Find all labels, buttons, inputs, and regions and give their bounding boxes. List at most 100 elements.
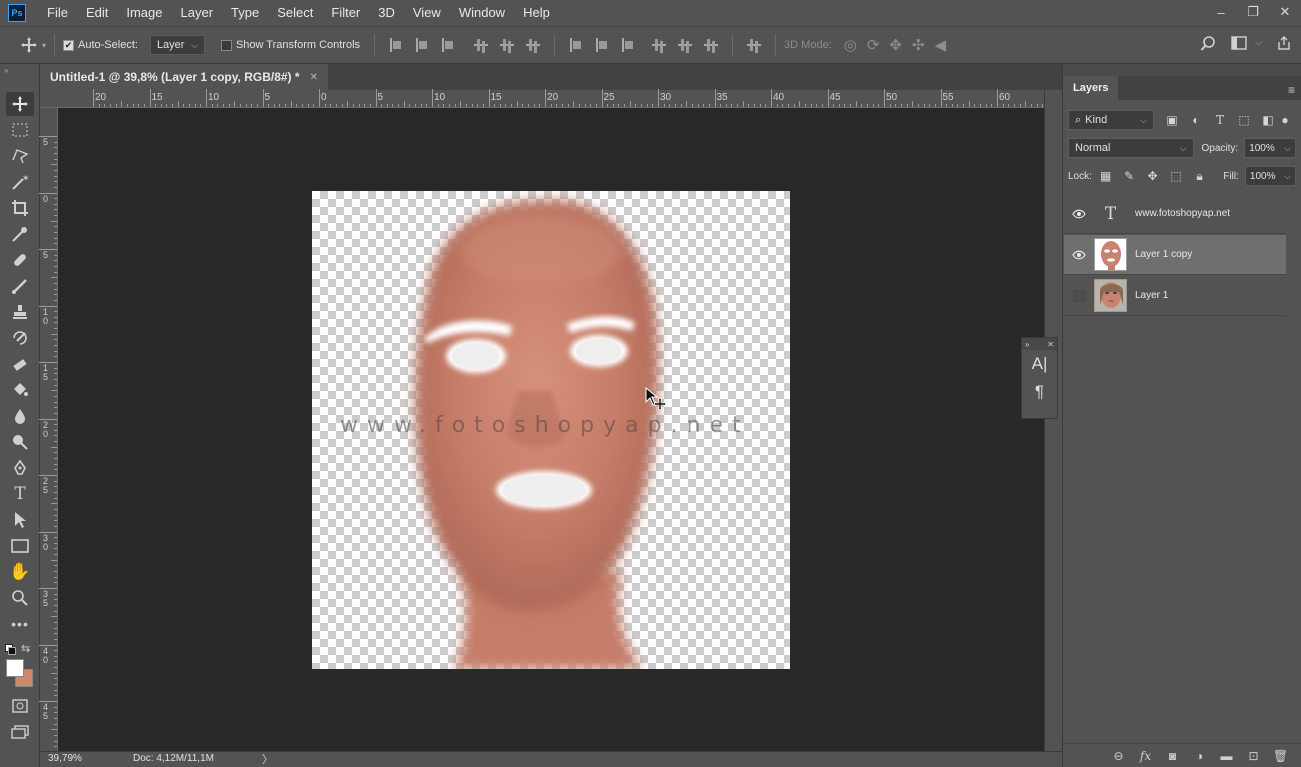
share-icon[interactable] xyxy=(1276,35,1292,51)
auto-select-checkbox[interactable]: ✔ xyxy=(63,39,75,51)
distribute-horizontal-center-icon[interactable] xyxy=(678,38,693,52)
distribute-right-icon[interactable] xyxy=(704,38,719,52)
distribute-bottom-icon[interactable] xyxy=(622,38,634,52)
restore-button[interactable]: ❐ xyxy=(1237,0,1269,24)
brush-tool-icon[interactable] xyxy=(6,274,34,298)
zoom-level[interactable]: 39,79% xyxy=(48,753,82,764)
document-canvas[interactable]: www.fotoshopyap.net xyxy=(312,191,790,669)
layer-row-text[interactable]: T www.fotoshopyap.net xyxy=(1064,194,1286,234)
screen-mode-icon[interactable] xyxy=(6,720,34,744)
filter-pixel-layer-icon[interactable]: ▣ xyxy=(1160,113,1184,127)
chevron-down-icon[interactable]: ⌵ xyxy=(1255,37,1262,48)
menu-help[interactable]: Help xyxy=(514,0,559,26)
delete-layer-trash-icon[interactable]: 🗑︎ xyxy=(1267,749,1294,763)
align-horizontal-center-icon[interactable] xyxy=(500,38,515,52)
menu-edit[interactable]: Edit xyxy=(77,0,117,26)
paragraph-panel-button[interactable]: ¶ xyxy=(1022,378,1057,406)
3d-pan-icon[interactable]: ✥ xyxy=(889,36,902,54)
panel-collapse-icon[interactable]: » xyxy=(4,66,8,75)
lasso-tool-icon[interactable] xyxy=(6,144,34,168)
menu-type[interactable]: Type xyxy=(222,0,268,26)
eyedropper-tool-icon[interactable] xyxy=(6,222,34,246)
eye-icon[interactable] xyxy=(1064,209,1094,219)
chevron-right-icon[interactable]: 〉 xyxy=(262,751,273,767)
new-group-folder-icon[interactable]: ▬ xyxy=(1213,749,1240,763)
distribute-top-icon[interactable] xyxy=(570,38,582,52)
align-vertical-center-icon[interactable] xyxy=(416,38,428,52)
menu-file[interactable]: File xyxy=(38,0,77,26)
distribute-vertical-center-icon[interactable] xyxy=(596,38,608,52)
hand-tool-icon[interactable]: ✋ xyxy=(6,560,34,584)
align-top-icon[interactable] xyxy=(390,38,402,52)
rectangle-tool-icon[interactable] xyxy=(6,534,34,558)
marquee-tool-icon[interactable] xyxy=(6,118,34,142)
3d-orbit-icon[interactable]: ◎ xyxy=(844,36,857,54)
align-right-icon[interactable] xyxy=(526,38,541,52)
lock-position-icon[interactable]: ✥ xyxy=(1141,169,1164,183)
link-layers-icon[interactable]: ⊖ xyxy=(1105,749,1132,763)
show-transform-checkbox[interactable] xyxy=(220,39,232,51)
menu-3d[interactable]: 3D xyxy=(369,0,404,26)
move-tool-icon[interactable] xyxy=(6,92,34,116)
dodge-tool-icon[interactable] xyxy=(6,430,34,454)
layer-row-layer-1[interactable]: Layer 1 xyxy=(1064,276,1286,316)
crop-tool-icon[interactable] xyxy=(6,196,34,220)
document-tab[interactable]: Untitled-1 @ 39,8% (Layer 1 copy, RGB/8#… xyxy=(40,64,328,90)
more-tools-icon[interactable]: ••• xyxy=(6,612,34,636)
paint-bucket-tool-icon[interactable] xyxy=(6,378,34,402)
lock-all-icon[interactable]: 🔒︎ xyxy=(1188,169,1211,184)
align-left-icon[interactable] xyxy=(474,38,489,52)
filter-kind-dropdown[interactable]: ⌕ Kind ⌵ xyxy=(1068,110,1154,130)
close-icon[interactable]: ✕ xyxy=(310,72,318,83)
default-colors-icon[interactable] xyxy=(5,644,16,655)
3d-slide-icon[interactable]: ✣ xyxy=(912,36,925,54)
magic-wand-tool-icon[interactable]: ✶ xyxy=(6,170,34,194)
path-selection-tool-icon[interactable] xyxy=(6,508,34,532)
vertical-scrollbar[interactable] xyxy=(1044,90,1062,751)
opacity-input[interactable]: 100% ⌵ xyxy=(1244,138,1296,158)
expand-panel-icon[interactable]: » xyxy=(1025,340,1029,349)
move-tool-preset-icon[interactable] xyxy=(20,36,38,54)
adjustment-layer-icon[interactable]: ◑ xyxy=(1186,749,1213,763)
filter-toggle-icon[interactable]: ● xyxy=(1280,113,1290,127)
lock-transparent-pixels-icon[interactable]: ▦ xyxy=(1094,169,1117,183)
close-icon[interactable]: ✕ xyxy=(1047,340,1054,349)
type-tool-icon[interactable]: T xyxy=(6,482,34,506)
workspace-icon[interactable] xyxy=(1231,36,1247,50)
chevron-down-icon[interactable]: ▾ xyxy=(42,41,46,50)
clone-stamp-tool-icon[interactable] xyxy=(6,300,34,324)
3d-roll-icon[interactable]: ⟳ xyxy=(867,36,880,54)
menu-select[interactable]: Select xyxy=(268,0,322,26)
quick-mask-icon[interactable] xyxy=(6,694,34,718)
blend-mode-dropdown[interactable]: Normal ⌵ xyxy=(1068,138,1194,158)
align-bottom-icon[interactable] xyxy=(442,38,454,52)
filter-shape-layer-icon[interactable]: ⬚ xyxy=(1232,113,1256,127)
pen-tool-icon[interactable] xyxy=(6,456,34,480)
filter-adjustment-layer-icon[interactable]: ◐ xyxy=(1184,113,1208,127)
minimize-button[interactable]: – xyxy=(1205,0,1237,24)
layer-row-layer-1-copy[interactable]: Layer 1 copy xyxy=(1064,235,1286,275)
add-mask-icon[interactable]: ◙ xyxy=(1159,749,1186,763)
panel-menu-icon[interactable]: ≡ xyxy=(1288,83,1295,97)
search-icon[interactable] xyxy=(1200,36,1216,52)
new-layer-icon[interactable]: ⊡ xyxy=(1240,749,1267,763)
history-brush-tool-icon[interactable] xyxy=(6,326,34,350)
visibility-toggle-off[interactable] xyxy=(1073,289,1085,302)
layer-style-fx-icon[interactable]: fx xyxy=(1132,749,1159,763)
auto-select-target-dropdown[interactable]: Layer ⌵ xyxy=(149,35,205,55)
foreground-color-swatch[interactable] xyxy=(6,659,24,677)
fill-input[interactable]: 100% ⌵ xyxy=(1244,166,1296,186)
zoom-tool-icon[interactable] xyxy=(6,586,34,610)
tab-layers[interactable]: Layers xyxy=(1063,76,1119,100)
menu-layer[interactable]: Layer xyxy=(172,0,223,26)
distribute-left-icon[interactable] xyxy=(652,38,667,52)
menu-window[interactable]: Window xyxy=(450,0,514,26)
blur-tool-icon[interactable] xyxy=(6,404,34,428)
lock-artboard-icon[interactable]: ⬚ xyxy=(1164,169,1187,183)
filter-type-layer-icon[interactable]: T xyxy=(1208,113,1232,127)
auto-align-layers-icon[interactable] xyxy=(747,38,762,52)
3d-scale-icon[interactable]: ◀ xyxy=(935,36,947,54)
eye-icon[interactable] xyxy=(1064,250,1094,260)
lock-image-pixels-icon[interactable]: ✎ xyxy=(1117,169,1140,183)
swap-colors-icon[interactable]: ⇆ xyxy=(21,642,30,655)
